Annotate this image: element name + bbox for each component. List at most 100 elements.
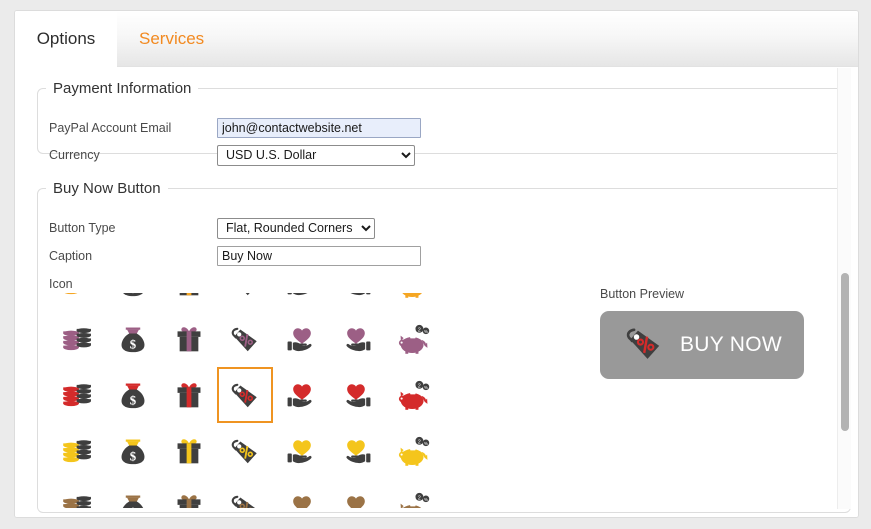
icon-option-orange-piggy-bank-icon[interactable]: 2% [385,293,441,311]
hand-heart-left-icon [284,293,318,300]
icon-option-red-money-bag-icon[interactable]: $ [105,367,161,423]
icon-option-yellow-price-tag-percent-icon[interactable] [217,423,273,479]
icon-option-red-hand-heart-left-icon[interactable] [273,367,329,423]
price-tag-percent-icon [228,322,262,356]
piggy-bank-icon: 2% [396,293,430,300]
icon-option-yellow-piggy-bank-icon[interactable]: 2% [385,423,441,479]
icon-option-yellow-hand-heart-right-icon[interactable] [329,423,385,479]
icon-option-orange-money-bag-icon[interactable]: $ [105,293,161,311]
icon-option-purple-coins-stack-icon[interactable] [49,311,105,367]
gift-box-icon [172,434,206,468]
icon-option-brown-hand-heart-right-icon[interactable] [329,479,385,508]
price-tag-percent-icon [228,434,262,468]
icon-option-brown-coins-stack-icon[interactable] [49,479,105,508]
paypal-email-row: PayPal Account Email [49,117,649,139]
money-bag-icon: $ [116,322,150,356]
gift-box-icon [172,293,206,300]
hand-heart-left-icon [284,322,318,356]
icon-option-purple-money-bag-icon[interactable]: $ [105,311,161,367]
tab-services[interactable]: Services [117,11,237,67]
icon-option-orange-gift-box-icon[interactable] [161,293,217,311]
button-type-select[interactable]: Flat, Rounded Corners [217,218,375,239]
icon-option-brown-price-tag-percent-icon[interactable] [217,479,273,508]
paypal-email-label: PayPal Account Email [49,121,217,135]
icon-option-purple-hand-heart-right-icon[interactable] [329,311,385,367]
svg-text:%: % [424,385,428,390]
button-type-row: Button Type Flat, Rounded Corners [49,217,649,239]
icon-option-brown-hand-heart-left-icon[interactable] [273,479,329,508]
caption-row: Caption [49,245,649,267]
panel-body: Payment Information PayPal Account Email… [15,68,858,517]
hand-heart-right-icon [340,322,374,356]
icon-row-label: Icon [49,273,349,295]
svg-text:2: 2 [418,327,421,333]
svg-text:%: % [424,497,428,502]
hand-heart-left-icon [284,434,318,468]
icon-option-orange-coins-stack-icon[interactable] [49,293,105,311]
caption-label: Caption [49,249,217,263]
icon-option-red-piggy-bank-icon[interactable]: 2% [385,367,441,423]
svg-text:2: 2 [418,439,421,445]
svg-text:$: $ [130,393,137,407]
svg-text:$: $ [130,505,137,508]
icon-option-orange-hand-heart-right-icon[interactable] [329,293,385,311]
icon-option-red-price-tag-percent-icon[interactable] [217,367,273,423]
hand-heart-right-icon [340,293,374,300]
icon-option-yellow-gift-box-icon[interactable] [161,423,217,479]
price-tag-percent-icon [228,293,262,300]
icon-option-purple-piggy-bank-icon[interactable]: 2% [385,311,441,367]
icon-option-purple-hand-heart-left-icon[interactable] [273,311,329,367]
svg-text:$: $ [130,293,137,295]
icon-option-orange-hand-heart-left-icon[interactable] [273,293,329,311]
money-bag-icon: $ [116,490,150,508]
icon-option-purple-price-tag-percent-icon[interactable] [217,311,273,367]
vertical-scrollbar-thumb[interactable] [841,273,849,431]
piggy-bank-icon: 2% [396,378,430,412]
tab-services-label: Services [139,29,204,49]
svg-text:$: $ [130,449,137,463]
tab-options-label: Options [37,29,96,49]
currency-row: Currency USD U.S. Dollar [49,144,649,166]
gift-box-icon [172,490,206,508]
icon-option-brown-piggy-bank-icon[interactable]: 2% [385,479,441,508]
currency-select[interactable]: USD U.S. Dollar [217,145,415,166]
coins-stack-icon [60,490,94,508]
icon-option-brown-money-bag-icon[interactable]: $ [105,479,161,508]
svg-text:%: % [424,441,428,446]
tab-bar: Options Services [15,11,858,67]
paypal-email-input[interactable] [217,118,421,138]
piggy-bank-icon: 2% [396,434,430,468]
settings-card: Options Services Payment Information Pay… [14,10,859,518]
icon-option-purple-gift-box-icon[interactable] [161,311,217,367]
payment-information-legend: Payment Information [46,80,198,97]
svg-text:2: 2 [418,383,421,389]
caption-input[interactable] [217,246,421,266]
payment-information-section: Payment Information PayPal Account Email… [37,80,851,154]
icon-option-red-hand-heart-right-icon[interactable] [329,367,385,423]
price-tag-percent-icon [228,490,262,508]
icon-option-red-coins-stack-icon[interactable] [49,367,105,423]
icon-option-yellow-coins-stack-icon[interactable] [49,423,105,479]
icon-option-red-gift-box-icon[interactable] [161,367,217,423]
icon-option-yellow-money-bag-icon[interactable]: $ [105,423,161,479]
icon-label: Icon [49,277,73,291]
piggy-bank-icon: 2% [396,322,430,356]
tab-options[interactable]: Options [15,11,117,67]
button-preview-label: Button Preview [600,287,684,301]
icon-option-orange-price-tag-percent-icon[interactable] [217,293,273,311]
coins-stack-icon [60,434,94,468]
price-tag-percent-icon [622,321,666,370]
vertical-scrollbar-track[interactable] [837,68,851,509]
icon-option-brown-gift-box-icon[interactable] [161,479,217,508]
hand-heart-right-icon [340,378,374,412]
currency-label: Currency [49,148,217,162]
svg-text:$: $ [130,337,137,351]
hand-heart-right-icon [340,490,374,508]
price-tag-percent-icon [228,378,262,412]
coins-stack-icon [60,322,94,356]
icon-picker-grid: $2% $2% $2% $2% $2% [49,293,441,508]
icon-option-yellow-hand-heart-left-icon[interactable] [273,423,329,479]
button-preview[interactable]: BUY NOW [600,311,804,379]
button-type-label: Button Type [49,221,217,235]
gift-box-icon [172,322,206,356]
